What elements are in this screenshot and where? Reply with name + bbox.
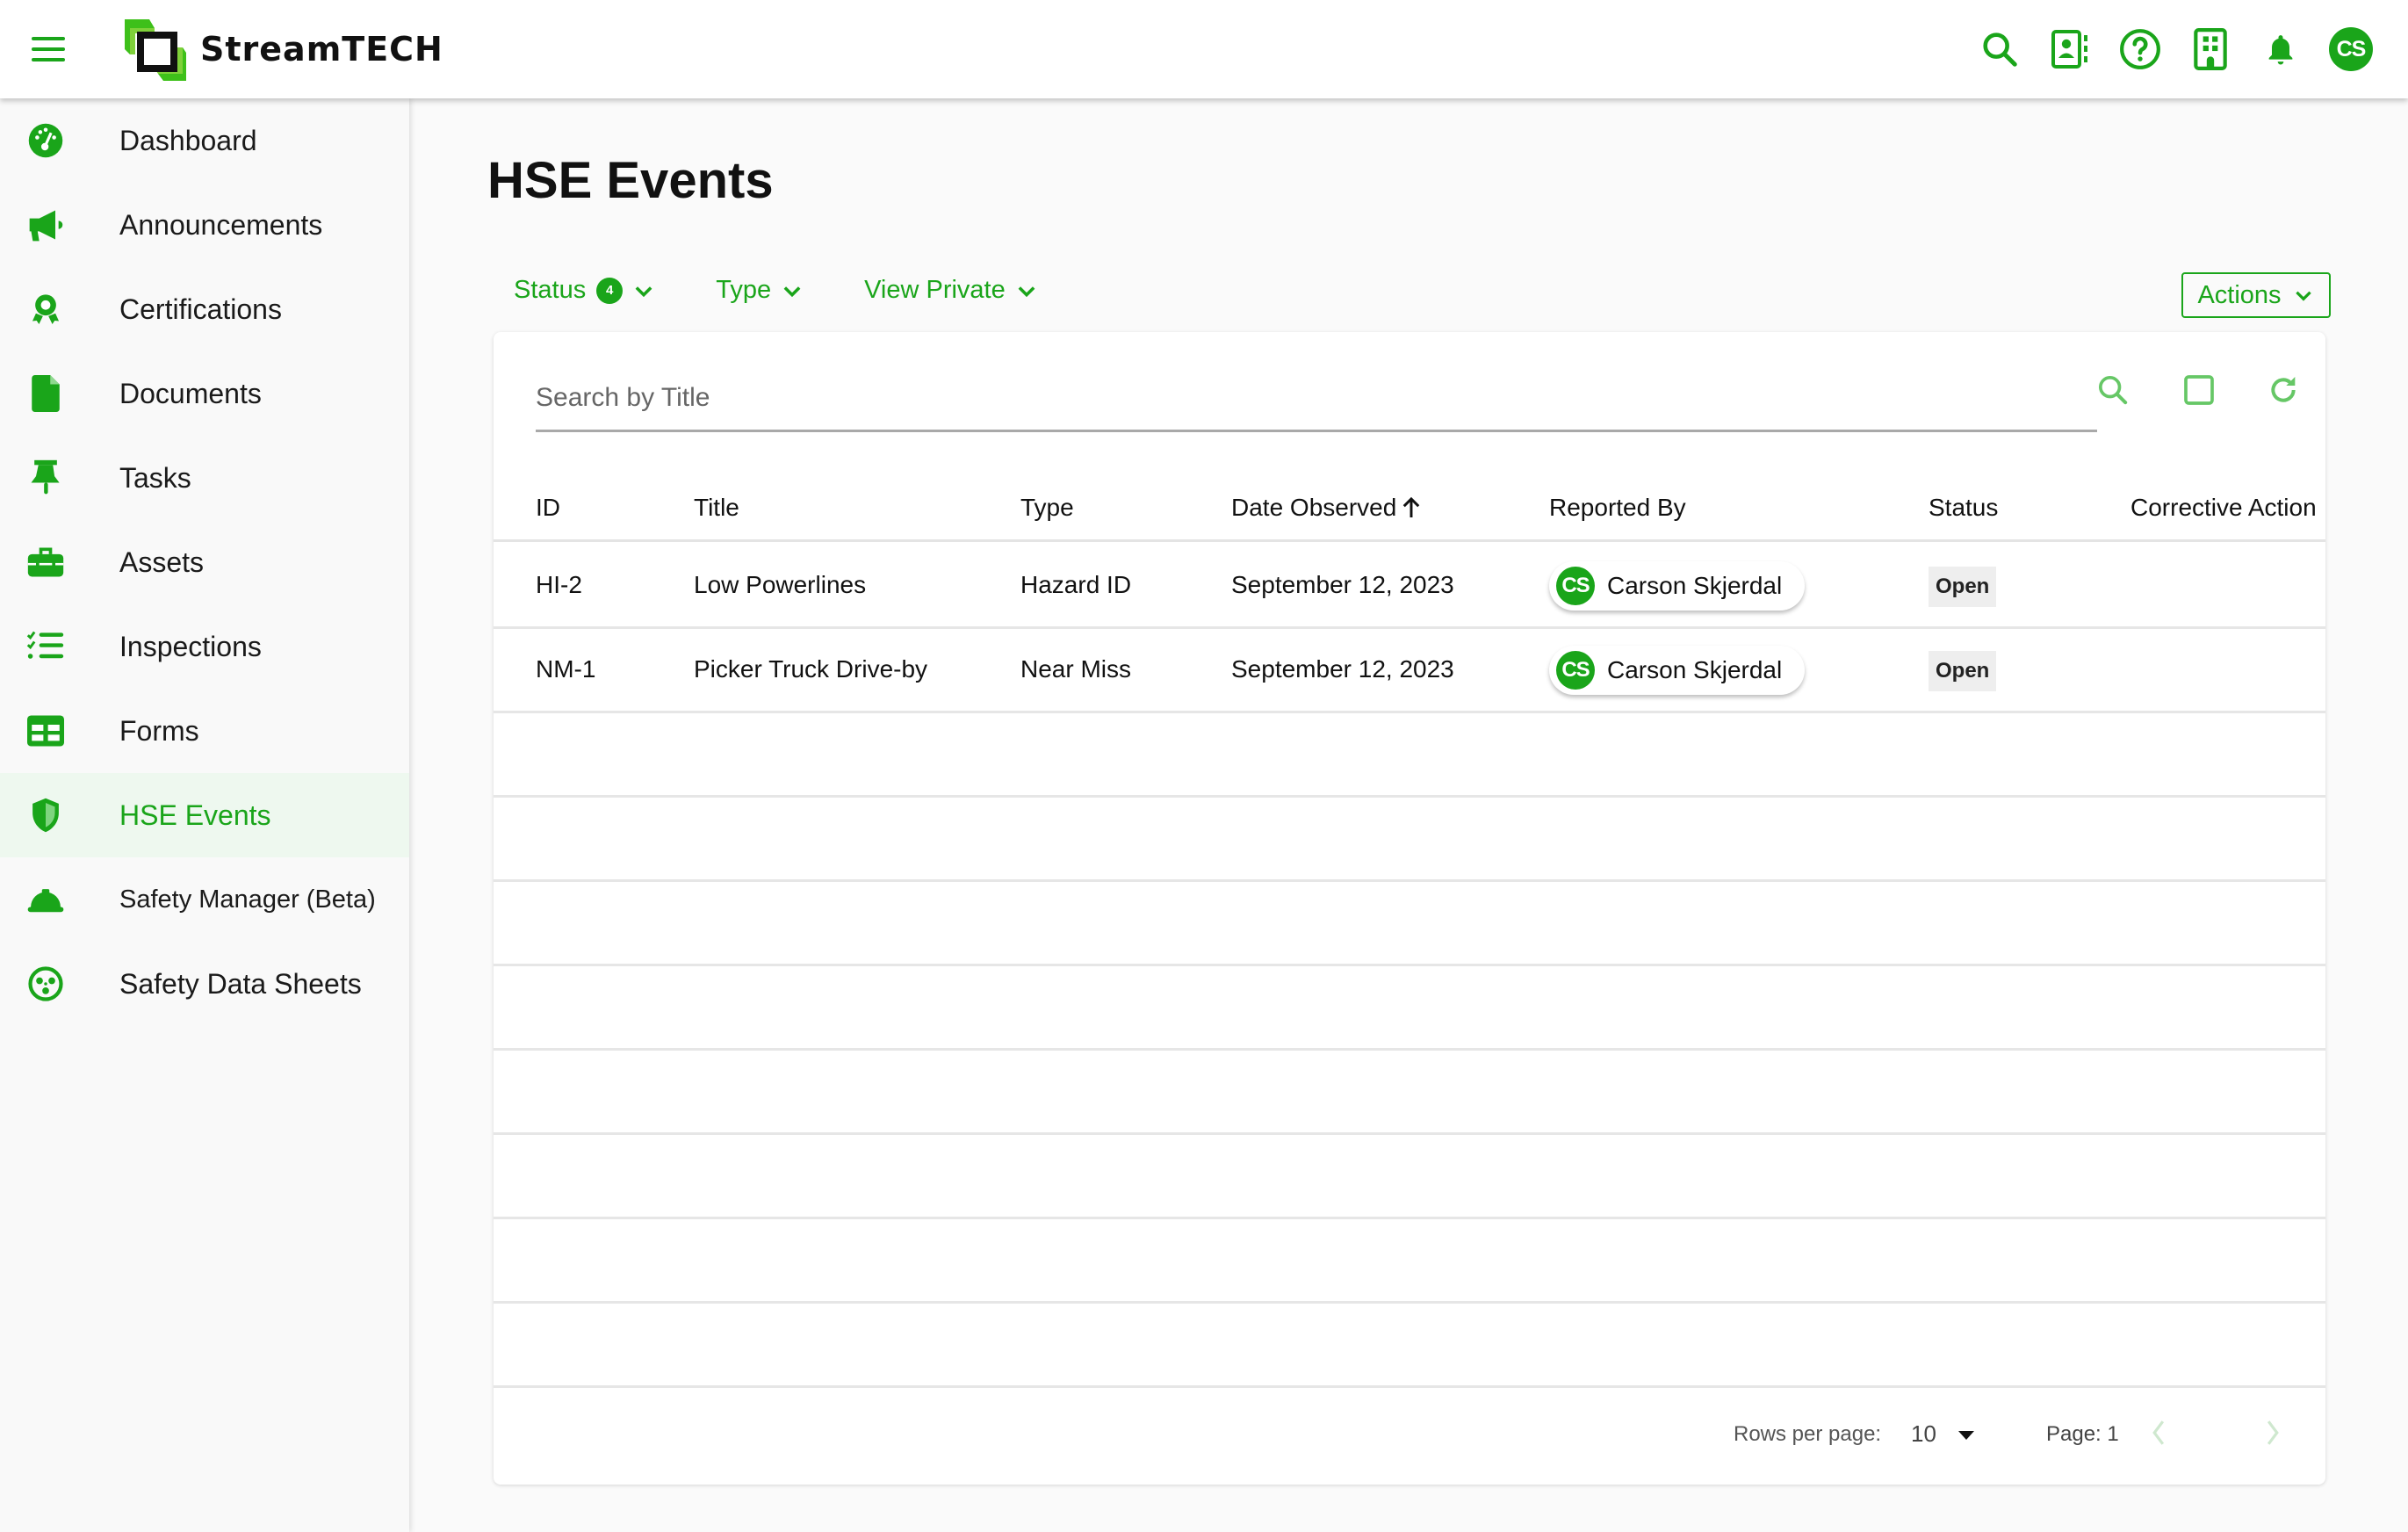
empty-table-row (494, 1304, 2325, 1388)
empty-table-row (494, 966, 2325, 1051)
sidebar-item-tasks[interactable]: Tasks (0, 436, 409, 520)
brand-name: StreamTECH (200, 30, 443, 69)
sidebar-item-hse-events[interactable]: HSE Events (0, 773, 409, 857)
page-title: HSE Events (487, 152, 774, 209)
sidebar-item-certifications[interactable]: Certifications (0, 267, 409, 351)
status-badge: Open (1929, 567, 1997, 607)
reporter-chip[interactable]: CS Carson Skjerdal (1549, 646, 1806, 695)
empty-table-row (494, 1051, 2325, 1135)
sidebar-nav: Dashboard Announcements Certifications D… (0, 98, 409, 1532)
chevron-right-icon (2267, 1420, 2279, 1445)
table-row[interactable]: NM-1 Picker Truck Drive-by Near Miss Sep… (494, 629, 2325, 713)
empty-table-row (494, 1135, 2325, 1219)
checklist-icon (26, 627, 65, 666)
cell-title: Low Powerlines (694, 571, 867, 598)
table-header: ID Title Type Date Observed Reported By … (494, 473, 2325, 542)
cell-date: September 12, 2023 (1231, 571, 1454, 598)
avatar: CS (1556, 567, 1595, 605)
column-header-id[interactable]: ID (536, 494, 560, 522)
table-icon (26, 712, 65, 750)
logo-mark-icon (125, 19, 186, 81)
status-badge: Open (1929, 651, 1997, 691)
cell-date: September 12, 2023 (1231, 655, 1454, 683)
cell-id: HI-2 (536, 571, 582, 598)
chevron-down-icon (635, 285, 652, 297)
sidebar-item-announcements[interactable]: Announcements (0, 183, 409, 267)
actions-button[interactable]: Actions (2181, 272, 2331, 318)
table-row[interactable]: HI-2 Low Powerlines Hazard ID September … (494, 545, 2325, 629)
hardhat-icon (26, 880, 65, 919)
events-table-card: ID Title Type Date Observed Reported By … (494, 332, 2325, 1485)
dashboard-icon (26, 121, 65, 160)
building-icon[interactable] (2188, 25, 2232, 74)
search-field (536, 367, 2097, 432)
sort-ascending-icon (1403, 496, 1420, 517)
bell-icon[interactable] (2259, 25, 2303, 74)
cell-title: Picker Truck Drive-by (694, 655, 928, 683)
avatar: CS (1556, 651, 1595, 690)
view-private-filter[interactable]: View Private (864, 276, 1039, 305)
rows-per-page-select[interactable]: 10 (1911, 1420, 1936, 1448)
page-indicator: Page: 1 (2046, 1422, 2119, 1446)
chevron-down-icon (2295, 291, 2311, 301)
search-icon[interactable] (1978, 25, 2022, 74)
caret-down-icon[interactable] (1958, 1431, 1974, 1440)
empty-table-row (494, 713, 2325, 798)
document-icon (26, 374, 65, 413)
sidebar-item-safety-data-sheets[interactable]: Safety Data Sheets (0, 942, 409, 1026)
previous-page-button[interactable] (2141, 1415, 2176, 1450)
empty-table-row (494, 798, 2325, 882)
chevron-down-icon (783, 285, 801, 297)
sidebar-item-assets[interactable]: Assets (0, 520, 409, 604)
column-header-date-observed[interactable]: Date Observed (1231, 494, 1421, 522)
contacts-icon[interactable] (2048, 25, 2092, 74)
help-icon[interactable] (2118, 25, 2162, 74)
chevron-down-icon (1018, 285, 1035, 297)
empty-table-row (494, 882, 2325, 966)
type-filter[interactable]: Type (716, 276, 804, 305)
cell-id: NM-1 (536, 655, 596, 683)
search-icon[interactable] (2088, 365, 2138, 415)
refresh-icon[interactable] (2259, 365, 2308, 415)
reporter-chip[interactable]: CS Carson Skjerdal (1549, 561, 1806, 611)
next-page-button[interactable] (2255, 1415, 2290, 1450)
brand-logo[interactable]: StreamTECH (123, 16, 443, 83)
menu-icon[interactable] (32, 37, 67, 61)
status-count-badge: 4 (596, 277, 624, 304)
top-app-bar: StreamTECH CS (0, 0, 2408, 98)
biohazard-icon (26, 965, 65, 1003)
empty-table-row (494, 1219, 2325, 1304)
column-header-corrective-action[interactable]: Corrective Action (2130, 494, 2317, 522)
chevron-left-icon (2152, 1420, 2165, 1445)
award-icon (26, 290, 65, 329)
megaphone-icon (26, 206, 65, 244)
toolbox-icon (26, 543, 65, 582)
column-header-title[interactable]: Title (694, 494, 739, 522)
user-avatar[interactable]: CS (2329, 25, 2373, 74)
sidebar-item-documents[interactable]: Documents (0, 351, 409, 436)
search-input[interactable] (536, 367, 2097, 429)
sidebar-item-safety-manager[interactable]: Safety Manager (Beta) (0, 857, 409, 942)
sidebar-item-inspections[interactable]: Inspections (0, 604, 409, 689)
sidebar-item-forms[interactable]: Forms (0, 689, 409, 773)
cell-type: Hazard ID (1020, 571, 1132, 598)
column-header-type[interactable]: Type (1020, 494, 1074, 522)
column-header-status[interactable]: Status (1929, 494, 1998, 522)
shield-icon (26, 796, 65, 835)
cell-type: Near Miss (1020, 655, 1132, 683)
column-header-reported-by[interactable]: Reported By (1549, 494, 1686, 522)
select-checkbox-icon[interactable] (2174, 365, 2224, 415)
filter-bar: Status 4 Type View Private (514, 276, 1039, 305)
status-filter[interactable]: Status 4 (514, 276, 656, 305)
sidebar-item-dashboard[interactable]: Dashboard (0, 98, 409, 183)
table-pagination: Rows per page: 10 Page: 1 (494, 1385, 2325, 1485)
rows-per-page-label: Rows per page: (1734, 1422, 1882, 1446)
pin-icon (26, 459, 65, 497)
